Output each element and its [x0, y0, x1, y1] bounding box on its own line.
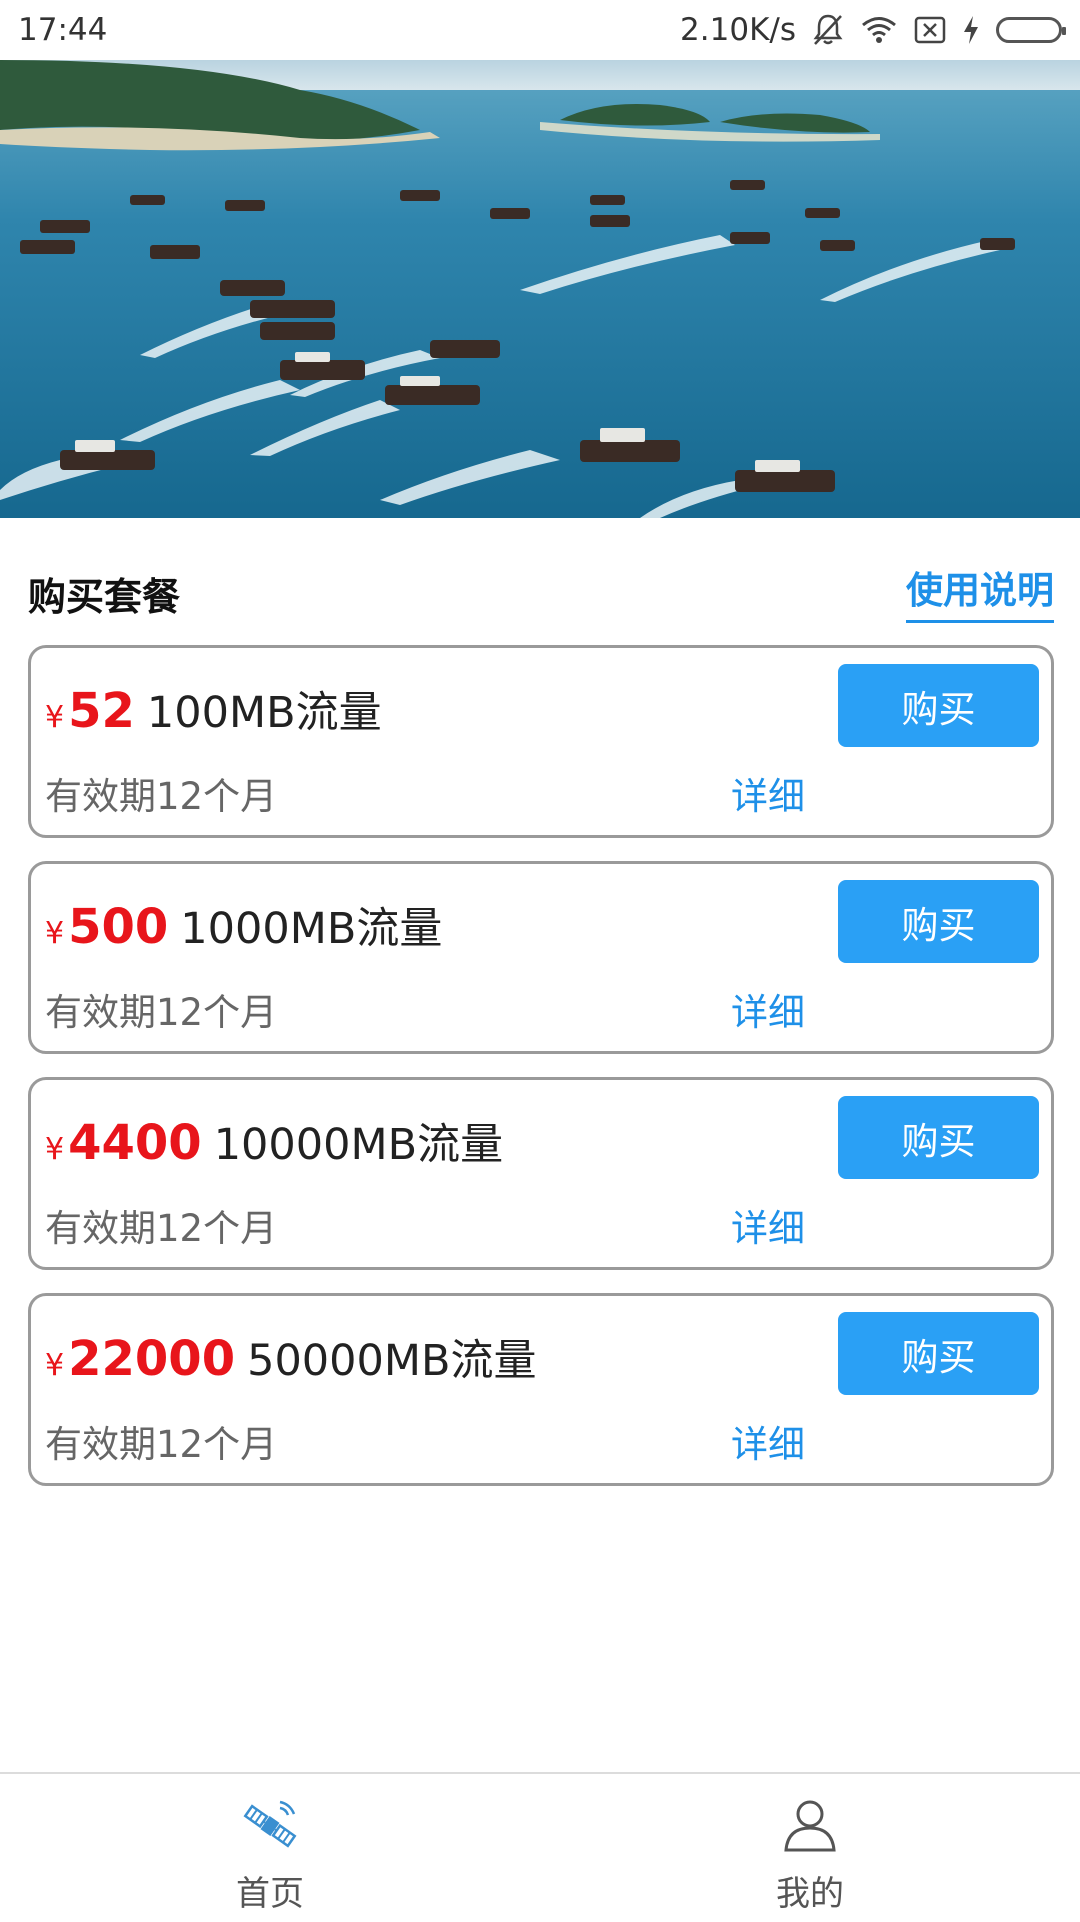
- wifi-icon: [860, 12, 898, 48]
- bell-off-icon: [812, 12, 844, 48]
- currency-symbol: ¥: [45, 1348, 65, 1383]
- banner-image[interactable]: [0, 60, 1080, 518]
- buy-button[interactable]: 购买: [838, 880, 1039, 963]
- currency-symbol: ¥: [45, 1132, 65, 1167]
- currency-symbol: ¥: [45, 916, 65, 951]
- plan-validity: 有效期12个月: [45, 1423, 278, 1466]
- satellite-icon: [240, 1796, 300, 1856]
- charging-icon: [962, 12, 980, 48]
- price-line: ¥ 52 100MB流量: [45, 678, 382, 740]
- plan-card: ¥ 52 100MB流量 有效期12个月 详细 购买: [28, 645, 1054, 838]
- detail-link[interactable]: 详细: [731, 982, 805, 1036]
- plan-price: 22000: [68, 1331, 236, 1387]
- battery-icon: [996, 12, 1066, 48]
- plan-price: 500: [68, 899, 169, 955]
- plan-name: 10000MB流量: [213, 1120, 504, 1170]
- nav-label-home: 首页: [236, 1874, 304, 1914]
- price-line: ¥ 22000 50000MB流量: [45, 1326, 536, 1388]
- plan-list: ¥ 52 100MB流量 有效期12个月 详细 购买 ¥ 500 1000MB流…: [28, 645, 1054, 1509]
- currency-symbol: ¥: [45, 700, 65, 735]
- plan-name: 100MB流量: [146, 688, 382, 738]
- plan-price: 52: [68, 683, 135, 739]
- nav-label-mine: 我的: [776, 1874, 844, 1914]
- detail-link[interactable]: 详细: [731, 1414, 805, 1468]
- usage-instructions-link[interactable]: 使用说明: [906, 560, 1054, 623]
- nav-item-mine[interactable]: 我的: [540, 1774, 1080, 1922]
- plan-name: 1000MB流量: [180, 904, 443, 954]
- network-speed: 2.10K/s: [680, 12, 796, 48]
- plan-card: ¥ 22000 50000MB流量 有效期12个月 详细 购买: [28, 1293, 1054, 1486]
- section-title: 购买套餐: [28, 575, 181, 619]
- buy-button[interactable]: 购买: [838, 1312, 1039, 1395]
- status-bar: 17:44 2.10K/s: [0, 0, 1080, 60]
- price-line: ¥ 4400 10000MB流量: [45, 1110, 503, 1172]
- bottom-nav: 首页 我的: [0, 1772, 1080, 1922]
- price-line: ¥ 500 1000MB流量: [45, 894, 442, 956]
- plan-price: 4400: [68, 1115, 202, 1171]
- buy-button[interactable]: 购买: [838, 664, 1039, 747]
- sim-x-icon: [914, 12, 946, 48]
- status-icons: 2.10K/s: [680, 12, 1066, 48]
- plan-card: ¥ 500 1000MB流量 有效期12个月 详细 购买: [28, 861, 1054, 1054]
- detail-link[interactable]: 详细: [731, 1198, 805, 1252]
- detail-link[interactable]: 详细: [731, 766, 805, 820]
- plan-card: ¥ 4400 10000MB流量 有效期12个月 详细 购买: [28, 1077, 1054, 1270]
- buy-button[interactable]: 购买: [838, 1096, 1039, 1179]
- user-icon: [780, 1796, 840, 1856]
- status-time: 17:44: [18, 12, 108, 48]
- plan-validity: 有效期12个月: [45, 991, 278, 1034]
- plan-validity: 有效期12个月: [45, 1207, 278, 1250]
- plan-validity: 有效期12个月: [45, 775, 278, 818]
- plan-name: 50000MB流量: [247, 1336, 537, 1386]
- section-header: 购买套餐 使用说明: [28, 560, 1054, 623]
- nav-item-home[interactable]: 首页: [0, 1774, 540, 1922]
